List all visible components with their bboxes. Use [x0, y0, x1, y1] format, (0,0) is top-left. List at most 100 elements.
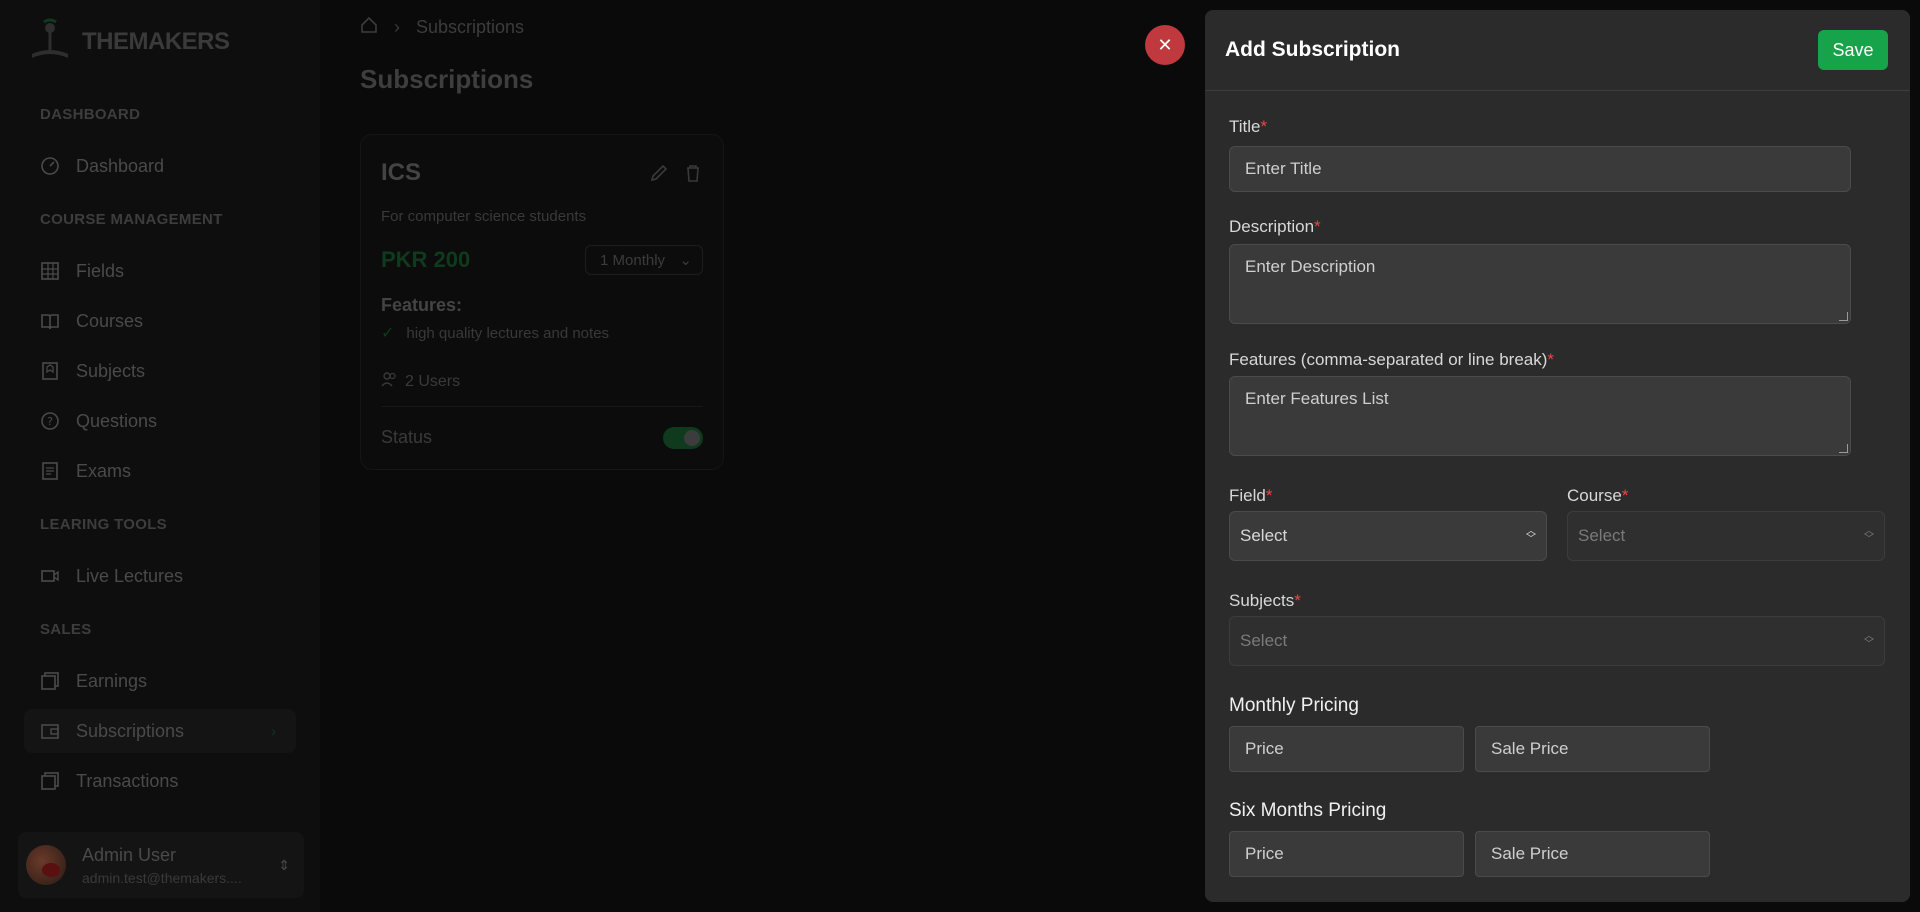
sidebar-item-dashboard[interactable]: Dashboard — [24, 144, 296, 188]
field-label: Field* — [1229, 486, 1272, 506]
monthly-sale-price-input[interactable]: Sale Price — [1475, 726, 1710, 772]
user-name: Admin User — [82, 844, 177, 865]
wallet-icon — [40, 721, 60, 741]
logo-icon — [24, 16, 76, 68]
breadcrumb-current: Subscriptions — [416, 17, 525, 37]
bookmark-icon — [40, 361, 60, 381]
title-input[interactable]: Enter Title — [1229, 146, 1851, 192]
section-sales: SALES — [40, 621, 92, 638]
subscription-card: ICS For computer science students PKR 20… — [360, 134, 724, 470]
sidebar-item-label: Exams — [76, 460, 132, 481]
trash-icon[interactable] — [683, 163, 703, 188]
six-months-sale-price-input[interactable]: Sale Price — [1475, 831, 1710, 877]
course-label-text: Course — [1567, 486, 1622, 505]
description-textarea[interactable]: Enter Description — [1229, 244, 1851, 324]
field-select[interactable]: Select ︿ ﹀ — [1229, 511, 1547, 561]
six-months-pricing-heading: Six Months Pricing — [1229, 800, 1387, 821]
card-price: PKR 200 — [381, 247, 471, 272]
six-months-sale-price-placeholder: Sale Price — [1491, 844, 1569, 863]
chevron-right-icon: › — [271, 723, 276, 739]
required-marker: * — [1294, 591, 1301, 610]
add-subscription-drawer: Add Subscription Save Title* Enter Title… — [1205, 10, 1910, 902]
chevrons-up-down-icon: ︿ ﹀ — [1864, 526, 1874, 545]
svg-text:?: ? — [47, 415, 53, 428]
sidebar-item-label: Subscriptions — [76, 720, 185, 741]
sidebar-item-label: Dashboard — [76, 155, 165, 176]
features-heading: Features: — [381, 295, 463, 315]
required-marker: * — [1621, 486, 1629, 505]
period-select[interactable]: 1 Monthly ⌄ — [585, 245, 703, 275]
chevron-right-icon: › — [394, 17, 400, 37]
sidebar-item-label: Live Lectures — [76, 565, 184, 586]
title-placeholder: Enter Title — [1245, 159, 1322, 178]
field-label-text: Field — [1229, 486, 1266, 505]
sidebar-item-questions[interactable]: ? Questions — [24, 399, 296, 443]
monthly-price-input[interactable]: Price — [1229, 726, 1464, 772]
users-count: 2 Users — [381, 371, 460, 392]
user-email: admin.test@themakers.... — [82, 869, 242, 886]
six-months-price-placeholder: Price — [1245, 844, 1284, 863]
features-label-text: Features (comma-separated or line break) — [1229, 350, 1548, 369]
sidebar-item-label: Earnings — [76, 670, 148, 691]
period-value: 1 Monthly — [600, 251, 666, 269]
sidebar-item-label: Subjects — [76, 360, 146, 381]
six-months-price-input[interactable]: Price — [1229, 831, 1464, 877]
check-icon: ✓ — [381, 325, 395, 342]
sidebar-item-exams[interactable]: Exams — [24, 449, 296, 493]
sidebar-item-label: Transactions — [76, 770, 179, 791]
chevrons-up-down-icon: ⇕ — [278, 856, 290, 873]
sidebar-item-fields[interactable]: Fields — [24, 249, 296, 293]
field-select-value: Select — [1240, 526, 1288, 545]
section-dashboard: DASHBOARD — [40, 106, 141, 123]
save-button[interactable]: Save — [1818, 30, 1888, 70]
page-title: Subscriptions — [360, 64, 534, 94]
monthly-sale-price-placeholder: Sale Price — [1491, 739, 1569, 758]
required-marker: * — [1265, 486, 1273, 505]
subjects-label-text: Subjects — [1229, 591, 1295, 610]
required-marker: * — [1260, 117, 1268, 136]
close-icon: ✕ — [1157, 34, 1173, 55]
features-placeholder: Enter Features List — [1245, 389, 1389, 408]
description-label-text: Description — [1229, 217, 1315, 236]
description-label: Description* — [1229, 217, 1321, 237]
logo-text: THEMAKERS — [82, 28, 230, 55]
sidebar-item-subscriptions[interactable]: Subscriptions › — [24, 709, 296, 753]
users-icon — [381, 371, 397, 392]
sidebar-item-earnings[interactable]: Earnings — [24, 659, 296, 703]
feature-item: ✓ high quality lectures and notes — [381, 323, 609, 343]
title-label-text: Title — [1229, 117, 1261, 136]
user-menu[interactable]: Admin User admin.test@themakers.... ⇕ — [18, 832, 304, 898]
sidebar: THEMAKERS DASHBOARD Dashboard COURSE MAN… — [0, 0, 320, 912]
grid-icon — [40, 261, 60, 281]
close-drawer-button[interactable]: ✕ — [1145, 25, 1185, 65]
sidebar-item-courses[interactable]: Courses — [24, 299, 296, 343]
edit-icon[interactable] — [649, 163, 669, 188]
required-marker: * — [1547, 350, 1555, 369]
course-label: Course* — [1567, 486, 1628, 506]
drawer-header: Add Subscription Save — [1205, 10, 1910, 91]
brand-logo[interactable]: THEMAKERS — [24, 16, 230, 68]
video-icon — [40, 566, 60, 586]
divider — [381, 406, 703, 407]
course-select[interactable]: Select ︿ ﹀ — [1567, 511, 1885, 561]
sidebar-item-label: Fields — [76, 260, 125, 281]
sidebar-item-label: Questions — [76, 410, 158, 431]
sidebar-item-label: Courses — [76, 310, 144, 331]
home-icon[interactable] — [360, 16, 378, 39]
status-toggle[interactable] — [663, 427, 703, 449]
book-icon — [40, 311, 60, 331]
card-description: For computer science students — [381, 208, 587, 225]
sidebar-item-transactions[interactable]: Transactions — [24, 759, 296, 803]
features-textarea[interactable]: Enter Features List — [1229, 376, 1851, 456]
gauge-icon — [40, 156, 60, 176]
subjects-select[interactable]: Select ︿ ﹀ — [1229, 616, 1885, 666]
copy-icon — [40, 771, 60, 791]
section-learning-tools: LEARING TOOLS — [40, 516, 167, 533]
sidebar-item-live-lectures[interactable]: Live Lectures — [24, 554, 296, 598]
chevron-down-icon: ⌄ — [679, 252, 692, 269]
features-label: Features (comma-separated or line break)… — [1229, 350, 1554, 370]
help-circle-icon: ? — [40, 411, 60, 431]
title-label: Title* — [1229, 117, 1267, 137]
sidebar-item-subjects[interactable]: Subjects — [24, 349, 296, 393]
required-marker: * — [1314, 217, 1321, 236]
